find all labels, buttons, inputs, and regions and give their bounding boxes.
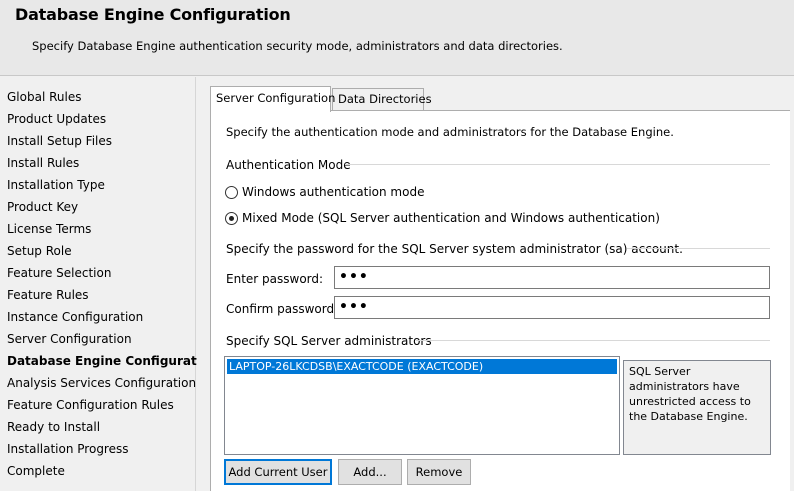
remove-button[interactable]: Remove — [407, 459, 471, 485]
sidebar-item-license-terms[interactable]: License Terms — [7, 222, 91, 236]
auth-mode-group-label: Authentication Mode — [226, 158, 351, 172]
sidebar-item-install-setup-files[interactable]: Install Setup Files — [7, 134, 112, 148]
sidebar-item-analysis-services-configuration[interactable]: Analysis Services Configuration — [7, 376, 196, 390]
main-content: Server Configuration Data Directories Sp… — [197, 77, 794, 491]
sidebar-item-feature-configuration-rules[interactable]: Feature Configuration Rules — [7, 398, 174, 412]
mixed-mode-radio[interactable] — [225, 212, 238, 225]
sidebar-item-product-updates[interactable]: Product Updates — [7, 112, 106, 126]
password-section-divider — [627, 248, 770, 249]
sidebar-item-global-rules[interactable]: Global Rules — [7, 90, 81, 104]
auth-intro-text: Specify the authentication mode and admi… — [226, 125, 674, 139]
page-subtitle: Specify Database Engine authentication s… — [32, 39, 563, 53]
enter-password-field[interactable]: ••• — [334, 266, 770, 289]
enter-password-label: Enter password: — [226, 272, 324, 286]
page-title: Database Engine Configuration — [15, 5, 291, 24]
sidebar-item-install-rules[interactable]: Install Rules — [7, 156, 79, 170]
page-header: Database Engine Configuration Specify Da… — [0, 0, 794, 76]
server-configuration-panel: Specify the authentication mode and admi… — [210, 110, 790, 491]
admins-section-divider — [416, 340, 770, 341]
sidebar-item-complete[interactable]: Complete — [7, 464, 65, 478]
sidebar-item-installation-type[interactable]: Installation Type — [7, 178, 105, 192]
admins-listbox[interactable]: LAPTOP-26LKCDSB\EXACTCODE (EXACTCODE) — [224, 356, 620, 455]
mixed-mode-label[interactable]: Mixed Mode (SQL Server authentication an… — [242, 211, 660, 225]
admins-section-label: Specify SQL Server administrators — [226, 334, 432, 348]
admin-list-item[interactable]: LAPTOP-26LKCDSB\EXACTCODE (EXACTCODE) — [227, 359, 617, 374]
tab-data-directories[interactable]: Data Directories — [332, 88, 432, 111]
sidebar-item-setup-role[interactable]: Setup Role — [7, 244, 72, 258]
confirm-password-label: Confirm password: — [226, 302, 339, 316]
sidebar-item-database-engine-configuration[interactable]: Database Engine Configuration — [7, 354, 218, 368]
tab-server-configuration[interactable]: Server Configuration — [210, 86, 335, 112]
sidebar-item-ready-to-install[interactable]: Ready to Install — [7, 420, 100, 434]
sidebar-item-installation-progress[interactable]: Installation Progress — [7, 442, 129, 456]
add-button[interactable]: Add... — [338, 459, 402, 485]
sidebar-item-feature-selection[interactable]: Feature Selection — [7, 266, 111, 280]
windows-auth-label[interactable]: Windows authentication mode — [242, 185, 424, 199]
wizard-steps-sidebar: Global Rules Product Updates Install Set… — [0, 77, 218, 491]
windows-auth-radio[interactable] — [225, 186, 238, 199]
sidebar-item-feature-rules[interactable]: Feature Rules — [7, 288, 89, 302]
confirm-password-field[interactable]: ••• — [334, 296, 770, 319]
sidebar-item-instance-configuration[interactable]: Instance Configuration — [7, 310, 143, 324]
sidebar-item-server-configuration[interactable]: Server Configuration — [7, 332, 132, 346]
auth-mode-divider — [345, 164, 770, 165]
sidebar-item-product-key[interactable]: Product Key — [7, 200, 78, 214]
password-section-label: Specify the password for the SQL Server … — [226, 242, 683, 256]
add-current-user-button[interactable]: Add Current User — [224, 459, 332, 485]
admins-info-box: SQL Server administrators have unrestric… — [623, 360, 771, 455]
